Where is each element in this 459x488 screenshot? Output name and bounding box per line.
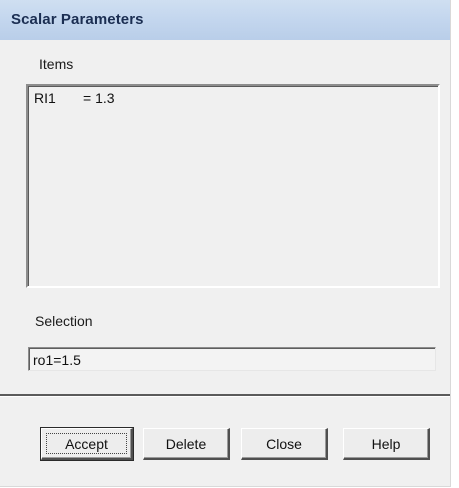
selection-label: Selection [35, 313, 93, 329]
window-title: Scalar Parameters [11, 11, 144, 28]
items-label: Items [39, 56, 74, 72]
accept-button-label: Accept [65, 435, 108, 452]
close-button[interactable]: Close [241, 428, 328, 460]
items-listbox[interactable]: RI1 = 1.3 [26, 84, 440, 288]
accept-button[interactable]: Accept [40, 427, 134, 461]
title-bar[interactable]: Scalar Parameters [0, 0, 450, 40]
help-button[interactable]: Help [343, 428, 430, 460]
separator [0, 394, 450, 397]
list-item-value: = 1.3 [83, 90, 115, 106]
delete-button[interactable]: Delete [143, 428, 230, 460]
list-item-name: RI1 [34, 90, 56, 106]
selection-input[interactable] [28, 347, 436, 371]
scalar-parameters-dialog: Scalar Parameters Items RI1 = 1.3 Selecti… [0, 0, 451, 487]
list-item[interactable]: RI1 = 1.3 [34, 90, 115, 106]
